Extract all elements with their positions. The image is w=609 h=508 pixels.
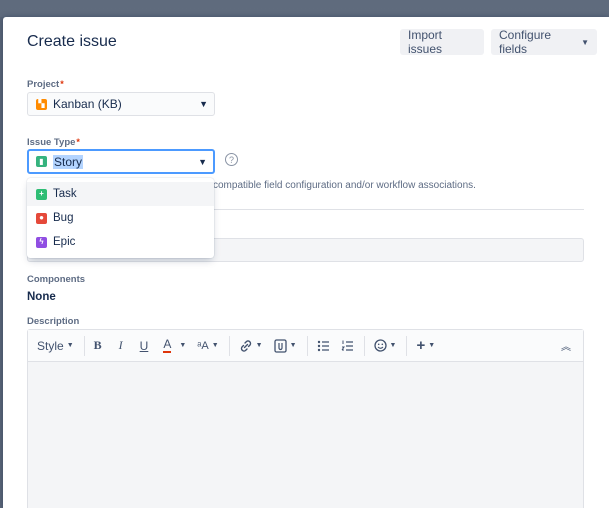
toolbar-separator	[363, 335, 365, 356]
chevron-down-icon: ▼	[428, 342, 436, 349]
chevron-down-icon: ▼	[211, 342, 219, 349]
text-style-dropdown[interactable]: Style ▼	[32, 335, 79, 357]
chevron-down-icon: ▼	[581, 37, 589, 47]
description-label: Description	[27, 316, 80, 327]
text-color-icon: A	[163, 337, 172, 353]
dropdown-option-bug[interactable]: ● Bug	[27, 206, 214, 230]
underline-button[interactable]: U	[135, 335, 154, 357]
project-label-text: Project	[27, 79, 60, 90]
collapse-toolbar-icon[interactable]: ︽	[561, 338, 571, 353]
chevron-down-icon: ▼	[199, 99, 208, 109]
bold-button[interactable]: B	[89, 335, 107, 357]
issue-type-label-text: Issue Type	[27, 137, 76, 148]
option-label: Epic	[53, 236, 76, 248]
chevron-down-icon: ▼	[179, 342, 187, 349]
chevron-down-icon: ▼	[289, 342, 297, 349]
components-value: None	[27, 291, 56, 303]
toolbar-separator	[83, 335, 85, 356]
chevron-down-icon: ▼	[198, 156, 207, 167]
bullet-list-button[interactable]	[312, 335, 335, 357]
numbered-list-button[interactable]	[336, 335, 359, 357]
emoji-icon	[373, 339, 387, 352]
attachment-button[interactable]: ▼	[269, 335, 302, 357]
bug-icon: ●	[36, 212, 47, 224]
dropdown-option-task[interactable]: + Task	[27, 182, 214, 206]
option-label: Task	[53, 188, 77, 200]
toolbar-separator	[406, 335, 408, 356]
import-issues-button[interactable]: Import issues	[400, 28, 484, 56]
description-editor[interactable]: Style ▼ B I U A ▼ ᵃA ▼ ▼ ▼ ▼ + ▼ ︽	[27, 329, 584, 508]
components-label: Components	[27, 274, 86, 285]
toolbar-separator	[306, 335, 308, 356]
chevron-down-icon: ▼	[255, 342, 263, 349]
issue-type-value: Story	[53, 154, 84, 169]
story-icon: ▮	[36, 156, 47, 167]
issue-type-dropdown: + Task ● Bug ϟ Epic	[27, 178, 214, 258]
link-icon	[240, 339, 251, 352]
bullet-list-icon	[317, 340, 329, 351]
more-formatting-button[interactable]: ᵃA ▼	[192, 335, 223, 357]
toolbar-separator	[228, 335, 230, 356]
text-formatting-icon: ᵃA	[197, 339, 209, 352]
text-style-label: Style	[37, 338, 64, 353]
project-select[interactable]: ▚ Kanban (KB) ▼	[27, 92, 215, 116]
issue-type-select[interactable]: ▮ Story ▼	[27, 149, 215, 174]
configure-fields-button[interactable]: Configure fields ▼	[491, 28, 597, 56]
attachment-icon	[273, 338, 287, 353]
plus-icon: +	[416, 337, 426, 354]
project-value: Kanban (KB)	[53, 97, 122, 111]
required-marker: *	[60, 79, 64, 89]
option-label: Bug	[53, 212, 74, 224]
project-label: Project*	[27, 79, 64, 90]
configure-fields-label: Configure fields	[499, 28, 552, 56]
editor-toolbar: Style ▼ B I U A ▼ ᵃA ▼ ▼ ▼ ▼ + ▼ ︽	[28, 330, 583, 362]
epic-icon: ϟ	[36, 236, 47, 248]
chevron-down-icon: ▼	[66, 342, 74, 349]
link-button[interactable]: ▼	[234, 335, 268, 357]
emoji-button[interactable]: ▼	[369, 335, 402, 357]
text-color-button[interactable]: A ▼	[158, 335, 191, 357]
dialog-title: Create issue	[27, 33, 117, 50]
numbered-list-icon	[341, 340, 353, 351]
kanban-project-icon: ▚	[36, 98, 47, 110]
issue-type-label: Issue Type*	[27, 137, 80, 148]
issue-type-hint: compatible field configuration and/or wo…	[213, 180, 476, 191]
create-issue-dialog: Create issue Import issues Configure fie…	[3, 17, 609, 508]
italic-button[interactable]: I	[114, 335, 128, 357]
chevron-down-icon: ▼	[389, 342, 397, 349]
task-icon: +	[36, 188, 47, 200]
insert-button[interactable]: + ▼	[411, 335, 440, 357]
help-icon[interactable]: ?	[225, 153, 238, 166]
dropdown-option-epic[interactable]: ϟ Epic	[27, 230, 214, 254]
required-marker: *	[76, 137, 80, 147]
